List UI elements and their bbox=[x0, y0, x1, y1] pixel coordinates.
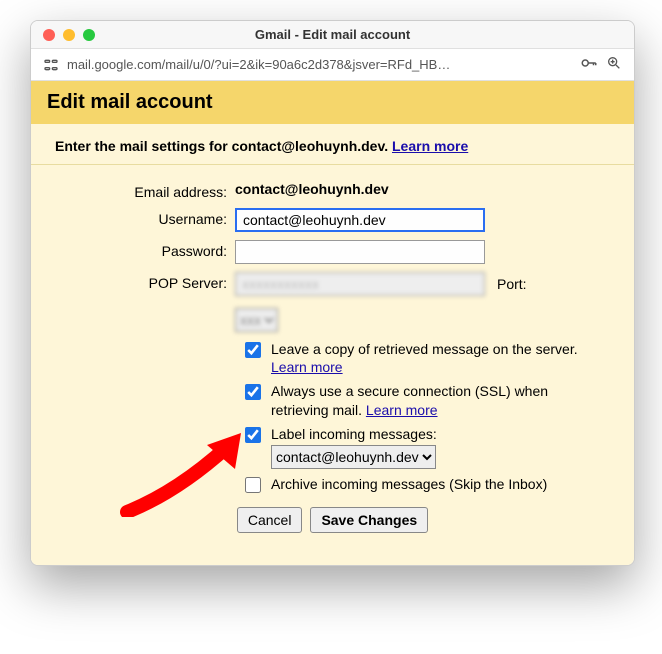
email-value: contact@leohuynh.dev bbox=[235, 181, 389, 197]
port-select[interactable]: xxx bbox=[235, 308, 278, 332]
archive-option: Archive incoming messages (Skip the Inbo… bbox=[245, 475, 610, 493]
learn-more-link[interactable]: Learn more bbox=[366, 402, 438, 418]
password-input[interactable] bbox=[235, 240, 485, 264]
leave-copy-option: Leave a copy of retrieved message on the… bbox=[245, 340, 610, 376]
learn-more-link[interactable]: Learn more bbox=[271, 359, 343, 375]
ssl-text: Always use a secure connection (SSL) whe… bbox=[271, 382, 610, 418]
pop-label: POP Server: bbox=[55, 272, 235, 291]
app-window: Gmail - Edit mail account mail.google.co… bbox=[30, 20, 635, 566]
titlebar: Gmail - Edit mail account bbox=[31, 21, 634, 49]
intro-prefix: Enter the mail settings for contact@leoh… bbox=[55, 138, 392, 154]
label-select[interactable]: contact@leohuynh.dev bbox=[271, 445, 436, 469]
close-icon[interactable] bbox=[43, 29, 55, 41]
maximize-icon[interactable] bbox=[83, 29, 95, 41]
url-bar: mail.google.com/mail/u/0/?ui=2&ik=90a6c2… bbox=[31, 49, 634, 81]
learn-more-link[interactable]: Learn more bbox=[392, 138, 468, 154]
cancel-button[interactable]: Cancel bbox=[237, 507, 303, 533]
leave-copy-text: Leave a copy of retrieved message on the… bbox=[271, 340, 610, 376]
page-content: Edit mail account Enter the mail setting… bbox=[31, 81, 634, 565]
label-incoming-checkbox[interactable] bbox=[245, 427, 261, 443]
ssl-option: Always use a secure connection (SSL) whe… bbox=[245, 382, 610, 418]
page-header: Edit mail account bbox=[31, 81, 634, 124]
url-text[interactable]: mail.google.com/mail/u/0/?ui=2&ik=90a6c2… bbox=[67, 57, 572, 72]
username-label: Username: bbox=[55, 208, 235, 227]
port-label: Port: bbox=[497, 276, 527, 292]
username-input[interactable] bbox=[235, 208, 485, 232]
save-button[interactable]: Save Changes bbox=[310, 507, 428, 533]
site-settings-icon[interactable] bbox=[43, 57, 59, 73]
password-key-icon[interactable] bbox=[580, 54, 598, 75]
email-row: Email address: contact@leohuynh.dev bbox=[55, 181, 610, 200]
pop-row: POP Server: Port: xxx bbox=[55, 272, 610, 332]
email-label: Email address: bbox=[55, 181, 235, 200]
intro-text: Enter the mail settings for contact@leoh… bbox=[31, 124, 634, 165]
label-incoming-option: Label incoming messages: contact@leohuyn… bbox=[245, 425, 610, 469]
password-row: Password: bbox=[55, 240, 610, 264]
minimize-icon[interactable] bbox=[63, 29, 75, 41]
ssl-checkbox[interactable] bbox=[245, 384, 261, 400]
archive-text: Archive incoming messages (Skip the Inbo… bbox=[271, 475, 610, 493]
window-title: Gmail - Edit mail account bbox=[31, 27, 634, 42]
button-row: Cancel Save Changes bbox=[55, 507, 610, 533]
zoom-icon[interactable] bbox=[606, 55, 622, 74]
traffic-lights bbox=[43, 29, 95, 41]
username-row: Username: bbox=[55, 208, 610, 232]
archive-checkbox[interactable] bbox=[245, 477, 261, 493]
pop-server-input[interactable] bbox=[235, 272, 485, 296]
settings-form: Email address: contact@leohuynh.dev User… bbox=[31, 165, 634, 541]
password-label: Password: bbox=[55, 240, 235, 259]
label-incoming-text: Label incoming messages: contact@leohuyn… bbox=[271, 425, 610, 469]
page-title: Edit mail account bbox=[47, 91, 618, 114]
leave-copy-checkbox[interactable] bbox=[245, 342, 261, 358]
